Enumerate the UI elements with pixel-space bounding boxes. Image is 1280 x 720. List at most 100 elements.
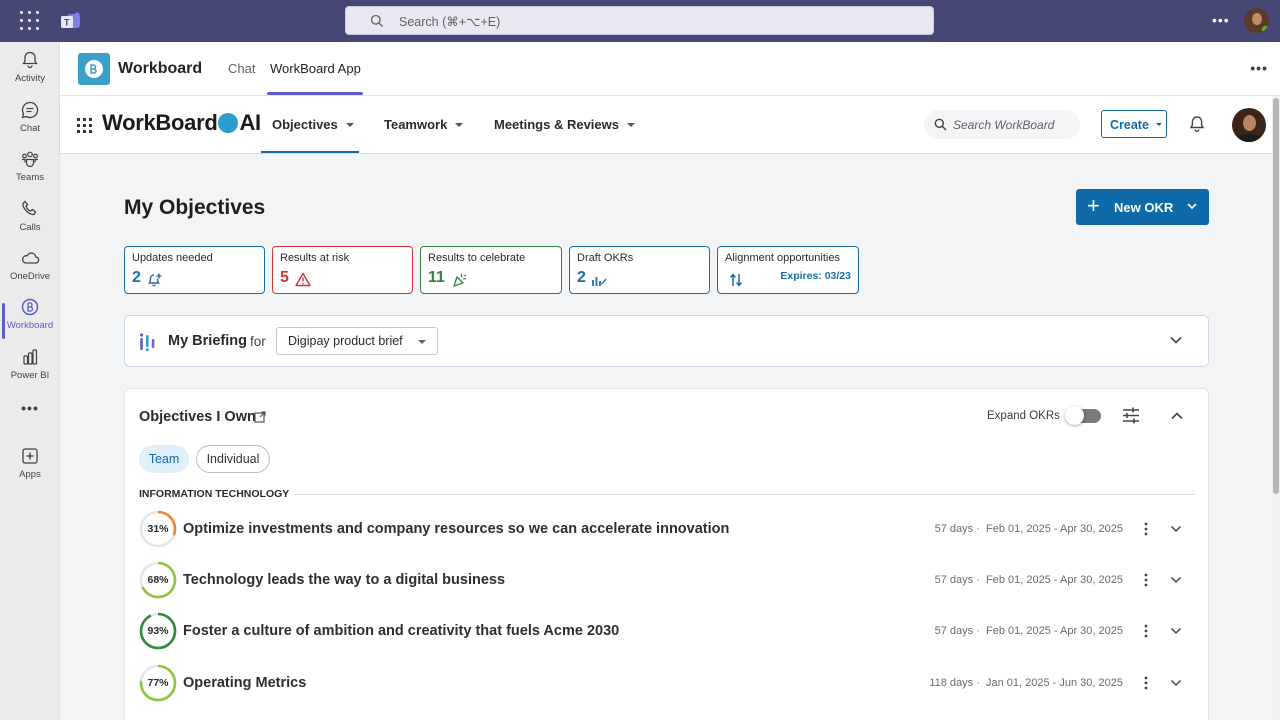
rail-item-activity[interactable]: Activity (0, 50, 60, 98)
stat-card-updates-needed[interactable]: Updates needed 2 (124, 246, 265, 294)
caret-down-icon (1156, 123, 1162, 126)
workboard-search-placeholder: Search WorkBoard (953, 118, 1055, 132)
separator-dot: · (973, 625, 986, 637)
notifications-bell-icon[interactable] (1188, 115, 1206, 134)
stat-title: Results at risk (280, 252, 350, 264)
okr-days: 57 days (934, 523, 974, 535)
svg-text:T: T (64, 18, 70, 28)
rail-item-apps[interactable]: Apps (0, 446, 60, 494)
more-options-icon[interactable]: ••• (1250, 60, 1268, 76)
profile-avatar[interactable] (1232, 108, 1266, 142)
filter-pill-team[interactable]: Team (139, 445, 189, 473)
briefing-select[interactable]: Digipay product brief (276, 327, 438, 355)
new-okr-button[interactable]: + New OKR (1076, 189, 1209, 225)
filter-pill-individual[interactable]: Individual (196, 445, 270, 473)
okr-duration: 57 days · Feb 01, 2025 - Apr 30, 2025 (935, 523, 1123, 535)
briefing-select-value: Digipay product brief (288, 334, 403, 348)
more-horizontal-icon[interactable]: ••• (1212, 12, 1230, 28)
chevron-up-icon[interactable] (1170, 411, 1184, 421)
app-launcher-icon[interactable] (20, 11, 40, 31)
okr-row[interactable]: 68% Technology leads the way to a digital… (139, 561, 1199, 601)
stat-title: Alignment opportunities (725, 252, 840, 264)
okr-duration: 118 days · Jan 01, 2025 - Jun 30, 2025 (929, 677, 1123, 689)
workboard-logo-mark-icon (218, 113, 239, 133)
okr-title[interactable]: Optimize investments and company resourc… (183, 521, 729, 537)
rail-item-onedrive[interactable]: OneDrive (0, 248, 60, 296)
stat-title: Draft OKRs (577, 252, 634, 264)
okr-row[interactable]: 31% Optimize investments and company reso… (139, 510, 1199, 550)
stat-card-draft-okrs[interactable]: Draft OKRs 2 (569, 246, 710, 294)
active-nav-indicator (261, 151, 359, 153)
nav-objectives[interactable]: Objectives (272, 117, 354, 132)
my-briefing-card: My Briefing for Digipay product brief (124, 315, 1209, 367)
chevron-down-icon[interactable] (1169, 335, 1183, 345)
chevron-down-icon[interactable] (1170, 576, 1182, 584)
rail-item-more[interactable]: ••• (0, 400, 60, 424)
section-divider (295, 494, 1195, 495)
rail-item-chat[interactable]: Chat (0, 100, 60, 148)
tab-workboard-app[interactable]: WorkBoard App (270, 61, 361, 76)
nav-label: Meetings & Reviews (494, 117, 619, 132)
objectives-i-own-panel: Objectives I Own Expand OKRs Team Indivi… (124, 388, 1209, 720)
app-header: Workboard Chat WorkBoard App ••• (60, 42, 1280, 96)
okr-row[interactable]: 77% Operating Metrics 118 days · Jan 01, 2… (139, 664, 1199, 704)
main-content: My Objectives + New OKR Updates needed 2… (60, 154, 1272, 720)
rail-label: Calls (19, 222, 41, 233)
chat-icon (21, 101, 39, 119)
okr-dates: Feb 01, 2025 - Apr 30, 2025 (986, 574, 1123, 586)
pill-label: Individual (206, 452, 260, 466)
chevron-down-icon[interactable] (1170, 627, 1182, 635)
okr-title[interactable]: Technology leads the way to a digital bu… (183, 572, 505, 588)
tab-chat[interactable]: Chat (228, 61, 255, 76)
nav-meetings-reviews[interactable]: Meetings & Reviews (494, 117, 635, 132)
chevron-down-icon[interactable] (1170, 679, 1182, 687)
objectives-panel-title: Objectives I Own (139, 409, 256, 425)
nav-teamwork[interactable]: Teamwork (384, 117, 464, 132)
workboard-menu-icon[interactable] (77, 118, 92, 133)
workboard-ai-logo[interactable]: WorkBoard AI (102, 110, 261, 136)
rail-item-workboard[interactable]: Workboard (0, 297, 60, 345)
chevron-down-icon[interactable] (1170, 525, 1182, 533)
stat-card-results-at-risk[interactable]: Results at risk 5 (272, 246, 413, 294)
progress-percent: 31% (147, 523, 169, 535)
vertical-scrollbar[interactable] (1272, 96, 1280, 720)
rail-item-teams[interactable]: Teams (0, 149, 60, 197)
filter-sliders-icon[interactable] (1122, 407, 1140, 424)
progress-percent: 77% (147, 677, 169, 689)
okr-row[interactable]: 93% Foster a culture of ambition and crea… (139, 612, 1199, 652)
caret-down-icon (455, 123, 464, 127)
nav-label: Teamwork (384, 117, 448, 132)
okr-title[interactable]: Operating Metrics (183, 675, 306, 691)
expires-label: Expires: 03/23 (780, 270, 851, 282)
okr-duration: 57 days · Feb 01, 2025 - Apr 30, 2025 (935, 625, 1123, 637)
teams-logo-icon: T (61, 12, 80, 28)
scrollbar-thumb[interactable] (1273, 98, 1279, 494)
stat-card-results-to-celebrate[interactable]: Results to celebrate 11 (420, 246, 562, 294)
more-icon: ••• (21, 400, 39, 416)
rail-item-calls[interactable]: Calls (0, 199, 60, 247)
okr-title[interactable]: Foster a culture of ambition and creativ… (183, 623, 619, 639)
caret-down-icon (627, 123, 635, 127)
rail-label: Power BI (10, 370, 50, 381)
external-link-icon[interactable] (254, 411, 266, 423)
stat-value: 11 (428, 269, 445, 286)
briefing-for-label: for (250, 334, 266, 349)
stat-card-alignment-opportunities[interactable]: Alignment opportunities Expires: 03/23 (717, 246, 859, 294)
page-title: My Objectives (124, 196, 266, 219)
global-search-input[interactable]: Search (⌘+⌥+E) (345, 6, 934, 35)
app-rail: Activity Chat Teams Calls OneDrive Workb… (0, 42, 60, 720)
app-title: Workboard (118, 60, 203, 77)
warning-icon (295, 272, 311, 287)
create-button[interactable]: Create (1101, 110, 1167, 138)
workboard-search-input[interactable]: Search WorkBoard (924, 110, 1080, 139)
stat-title: Results to celebrate (428, 252, 526, 264)
user-avatar[interactable] (1244, 8, 1269, 33)
more-vertical-icon[interactable] (1144, 522, 1148, 536)
nav-label: Objectives (272, 117, 338, 132)
rail-item-powerbi[interactable]: Power BI (0, 347, 60, 395)
more-vertical-icon[interactable] (1144, 573, 1148, 587)
expand-okrs-toggle[interactable] (1065, 406, 1101, 425)
more-vertical-icon[interactable] (1144, 624, 1148, 638)
more-vertical-icon[interactable] (1144, 676, 1148, 690)
logo-text-ai: AI (239, 110, 261, 135)
